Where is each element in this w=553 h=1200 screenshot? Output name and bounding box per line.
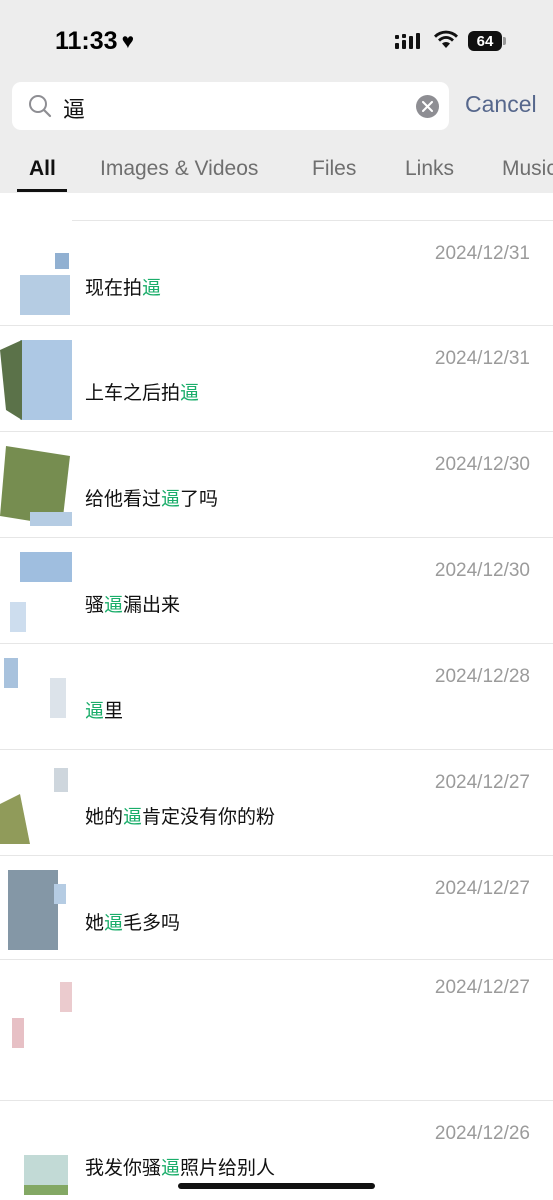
result-text: 上车之后拍 bbox=[85, 382, 181, 404]
status-time: 11:33 bbox=[55, 27, 118, 55]
result-row[interactable]: 2024/12/30 骚逼漏出来 bbox=[0, 538, 553, 644]
result-text: 现在拍 bbox=[85, 277, 143, 299]
result-text: 骚 bbox=[85, 594, 105, 616]
result-message: 我发你骚逼照片给别人 bbox=[85, 1153, 275, 1180]
avatar bbox=[0, 768, 68, 844]
results-list: 2024/12/31 现在拍逼 2024/12/31 上车之后拍逼 2024/1… bbox=[0, 193, 553, 1200]
result-highlight: 逼 bbox=[161, 1157, 181, 1179]
result-highlight: 逼 bbox=[180, 382, 200, 404]
status-time-group: 11:33 ♥ bbox=[55, 27, 134, 56]
result-highlight: 逼 bbox=[161, 488, 181, 510]
result-row[interactable]: 2024/12/27 她逼毛多吗 bbox=[0, 856, 553, 960]
clear-icon[interactable] bbox=[416, 95, 439, 118]
result-highlight: 逼 bbox=[104, 912, 124, 934]
active-tab-indicator bbox=[17, 189, 67, 192]
avatar bbox=[24, 1155, 68, 1195]
result-date: 2024/12/30 bbox=[434, 560, 530, 581]
result-message: 骚逼漏出来 bbox=[85, 590, 180, 617]
result-date: 2024/12/27 bbox=[434, 977, 530, 998]
result-message: 给他看过逼了吗 bbox=[85, 484, 218, 511]
result-row[interactable]: 2024/12/27 bbox=[0, 960, 553, 1101]
avatar bbox=[4, 658, 66, 718]
result-message: 她的逼肯定没有你的粉 bbox=[85, 802, 275, 829]
heart-icon: ♥ bbox=[121, 29, 135, 53]
result-text: 肯定没有你的粉 bbox=[142, 806, 276, 828]
result-message: 逼里 bbox=[85, 696, 123, 723]
filter-tabs: All Images & Videos Files Links Music bbox=[0, 150, 553, 193]
result-text: 漏出来 bbox=[123, 594, 181, 616]
result-date: 2024/12/26 bbox=[434, 1123, 530, 1144]
avatar bbox=[10, 552, 72, 632]
battery-icon: 64 bbox=[468, 31, 502, 51]
result-date: 2024/12/31 bbox=[434, 348, 530, 369]
result-text: 我发你骚 bbox=[85, 1157, 162, 1179]
tab-all[interactable]: All bbox=[29, 157, 56, 181]
result-message: 上车之后拍逼 bbox=[85, 378, 199, 405]
top-bar: 11:33 ♥ 64 逼 Cancel All Images & Videos … bbox=[0, 0, 553, 193]
avatar bbox=[12, 982, 72, 1048]
avatar bbox=[8, 870, 66, 950]
home-indicator bbox=[178, 1183, 375, 1189]
cellular-signal-icon bbox=[395, 33, 420, 49]
result-row[interactable]: 2024/12/27 她的逼肯定没有你的粉 bbox=[0, 750, 553, 856]
search-icon bbox=[29, 95, 52, 118]
result-date: 2024/12/30 bbox=[434, 454, 530, 475]
tab-images-videos[interactable]: Images & Videos bbox=[100, 157, 258, 181]
result-row[interactable]: 2024/12/31 上车之后拍逼 bbox=[0, 326, 553, 432]
battery-level: 64 bbox=[476, 32, 494, 50]
cancel-button[interactable]: Cancel bbox=[465, 91, 537, 118]
result-row[interactable]: 2024/12/31 现在拍逼 bbox=[0, 221, 553, 326]
tab-links[interactable]: Links bbox=[405, 157, 454, 181]
search-input[interactable]: 逼 bbox=[63, 92, 85, 124]
result-date: 2024/12/28 bbox=[434, 666, 530, 687]
result-row[interactable]: 2024/12/30 给他看过逼了吗 bbox=[0, 432, 553, 538]
result-text: 她的 bbox=[85, 806, 124, 828]
battery-tip bbox=[503, 37, 506, 45]
wifi-icon bbox=[434, 30, 458, 48]
result-text: 了吗 bbox=[180, 488, 219, 510]
result-date: 2024/12/27 bbox=[434, 772, 530, 793]
result-text: 她 bbox=[85, 912, 105, 934]
result-message: 她逼毛多吗 bbox=[85, 908, 180, 935]
tab-files[interactable]: Files bbox=[312, 157, 356, 181]
avatar bbox=[20, 253, 70, 315]
result-highlight: 逼 bbox=[85, 700, 105, 722]
result-highlight: 逼 bbox=[104, 594, 124, 616]
result-highlight: 逼 bbox=[123, 806, 143, 828]
result-row[interactable]: 2024/12/28 逼里 bbox=[0, 644, 553, 750]
tab-music[interactable]: Music bbox=[502, 157, 553, 181]
result-text: 照片给别人 bbox=[180, 1157, 276, 1179]
result-text: 里 bbox=[104, 700, 124, 722]
result-date: 2024/12/31 bbox=[434, 243, 530, 264]
result-message: 现在拍逼 bbox=[85, 273, 161, 300]
search-box[interactable]: 逼 bbox=[12, 82, 449, 130]
result-text: 给他看过 bbox=[85, 488, 162, 510]
result-date: 2024/12/27 bbox=[434, 878, 530, 899]
status-bar: 11:33 ♥ 64 bbox=[0, 0, 553, 80]
result-text: 毛多吗 bbox=[123, 912, 181, 934]
avatar bbox=[0, 446, 72, 526]
avatar bbox=[0, 340, 72, 420]
result-highlight: 逼 bbox=[142, 277, 162, 299]
